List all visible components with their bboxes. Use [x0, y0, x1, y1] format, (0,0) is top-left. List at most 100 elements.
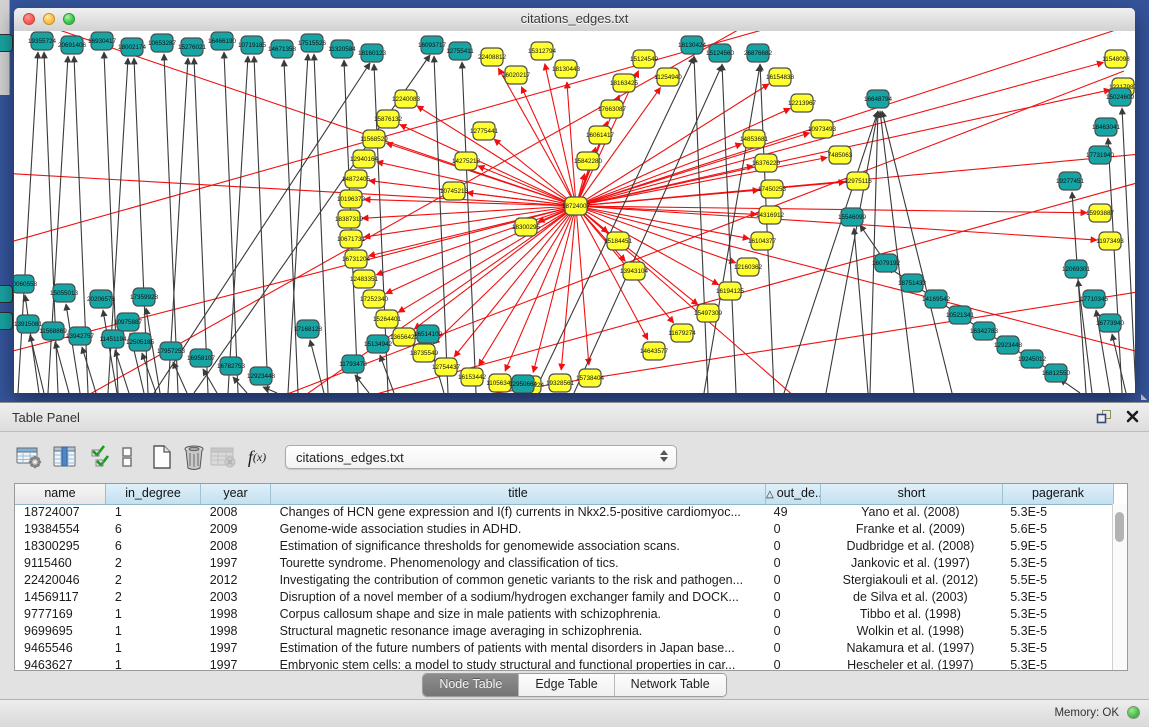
graph-node[interactable]: 14316912 [756, 206, 785, 224]
graph-node[interactable]: 13942757 [66, 327, 95, 345]
graph-node[interactable]: 18387319 [335, 210, 364, 228]
graph-edge[interactable] [882, 111, 952, 393]
graph-node[interactable]: 12775441 [470, 122, 499, 140]
graph-edge[interactable] [310, 340, 324, 393]
table-row[interactable]: 1872400712008Changes of HCN gene express… [15, 504, 1112, 521]
cell-in_degree[interactable]: 1 [106, 640, 201, 657]
cell-title[interactable]: Estimation of significance thresholds fo… [271, 538, 765, 555]
cell-year[interactable]: 2008 [201, 538, 271, 555]
graph-node[interactable]: 11320584 [328, 40, 356, 58]
cell-pagerank[interactable]: 5.3E-5 [1001, 555, 1112, 572]
graph-node[interactable]: 7485063 [828, 146, 853, 164]
cell-out_de[interactable]: 49 [765, 504, 820, 521]
graph-node[interactable]: 16093717 [418, 36, 447, 54]
graph-node[interactable]: 15738404 [576, 369, 605, 387]
graph-node[interactable]: 16020217 [502, 66, 531, 84]
graph-node[interactable]: 16154838 [766, 68, 795, 86]
cell-year[interactable]: 1997 [201, 657, 271, 670]
table-row[interactable]: 946362711997Embryonic stem cells: a mode… [15, 657, 1112, 670]
cell-name[interactable]: 22420046 [15, 572, 106, 589]
graph-node[interactable]: 15184451 [604, 232, 633, 250]
graph-node[interactable]: 16773940 [1096, 314, 1125, 332]
graph-node[interactable]: 11451194 [99, 330, 127, 348]
graph-node[interactable]: 10521341 [946, 306, 975, 324]
cell-pagerank[interactable]: 5.3E-5 [1001, 640, 1112, 657]
unselect-all-icon[interactable] [112, 442, 142, 472]
graph-edge[interactable] [576, 206, 1135, 361]
cell-name[interactable]: 9699695 [15, 623, 106, 640]
cell-pagerank[interactable]: 5.3E-5 [1001, 589, 1112, 606]
graph-node[interactable]: 15024609 [1106, 88, 1135, 106]
graph-node[interactable]: 11568869 [39, 322, 67, 340]
graph-edge[interactable] [880, 111, 914, 393]
graph-node[interactable]: 17515526 [298, 34, 327, 52]
cell-year[interactable]: 1998 [201, 606, 271, 623]
graph-node[interactable]: 16376220 [752, 154, 781, 172]
graph-edge[interactable] [561, 206, 576, 370]
graph-node[interactable]: 17710345 [1080, 290, 1109, 308]
cell-year[interactable]: 2012 [201, 572, 271, 589]
cell-title[interactable]: Disruption of a novel member of a sodium… [271, 589, 765, 606]
graph-node[interactable]: 12975115 [844, 172, 872, 190]
graph-node[interactable]: 20206576 [87, 290, 116, 308]
graph-node[interactable]: 15124560 [706, 44, 735, 62]
column-header-out_de[interactable]: △out_de... [766, 484, 821, 504]
panel-resize-handle[interactable] [1141, 394, 1147, 400]
graph-node[interactable]: 15134942 [364, 335, 393, 353]
graph-node[interactable]: 12940164 [350, 150, 379, 168]
graph-edge[interactable] [722, 64, 736, 393]
cell-title[interactable]: Changes of HCN gene expression and I(f) … [271, 504, 765, 521]
graph-node[interactable]: 18130424 [678, 36, 707, 54]
cell-year[interactable]: 2008 [201, 504, 271, 521]
graph-node[interactable]: 12505185 [126, 333, 155, 351]
graph-node[interactable]: 18130443 [552, 60, 581, 78]
cell-out_de[interactable]: 0 [765, 538, 820, 555]
close-panel-icon[interactable] [1126, 410, 1139, 428]
cell-in_degree[interactable]: 6 [106, 521, 201, 538]
graph-node[interactable]: 15876132 [374, 110, 403, 128]
graph-node[interactable]: 16104377 [748, 232, 777, 250]
graph-edge[interactable] [194, 58, 208, 393]
graph-edge[interactable] [704, 65, 760, 393]
cell-title[interactable]: Investigating the contribution of common… [271, 572, 765, 589]
graph-node[interactable]: 14169542 [922, 290, 951, 308]
cell-short[interactable]: de Silva et al. (2003) [820, 589, 1002, 606]
graph-edge[interactable] [154, 63, 370, 393]
table-row[interactable]: 977716911998Corpus callosum shape and si… [15, 606, 1112, 623]
graph-node[interactable]: 17731940 [1086, 146, 1115, 164]
graph-node[interactable]: 17450253 [758, 180, 787, 198]
window-titlebar[interactable]: citations_edges.txt [14, 8, 1135, 32]
graph-node[interactable]: 19355724 [28, 32, 57, 50]
graph-edge[interactable] [386, 206, 576, 294]
cell-name[interactable]: 9463627 [15, 657, 106, 670]
delete-table-icon[interactable] [208, 442, 238, 472]
cell-in_degree[interactable]: 6 [106, 538, 201, 555]
delete-column-icon[interactable] [179, 442, 209, 472]
graph-node[interactable]: 18160123 [358, 44, 387, 62]
cell-name[interactable]: 9777169 [15, 606, 106, 623]
table-selector-dropdown[interactable]: citations_edges.txt [285, 445, 677, 469]
cell-out_de[interactable]: 0 [765, 623, 820, 640]
cell-short[interactable]: Stergiakouli et al. (2012) [820, 572, 1002, 589]
graph-node[interactable]: 13915081 [14, 315, 42, 333]
graph-node[interactable]: 15264401 [373, 310, 402, 328]
graph-node[interactable]: 15993887 [1086, 204, 1115, 222]
graph-node[interactable]: 16514109 [414, 325, 443, 343]
graph-node[interactable]: 18300295 [512, 218, 541, 236]
graph-node[interactable]: 16930417 [88, 32, 117, 50]
cell-in_degree[interactable]: 1 [106, 657, 201, 670]
table-row[interactable]: 2242004622012Investigating the contribut… [15, 572, 1112, 589]
cell-in_degree[interactable]: 2 [106, 572, 201, 589]
graph-edge[interactable] [414, 206, 576, 329]
cell-short[interactable]: Hescheler et al. (1997) [820, 657, 1002, 670]
column-header-name[interactable]: name [15, 484, 106, 504]
cell-title[interactable]: Corpus callosum shape and size in male p… [271, 606, 765, 623]
cell-pagerank[interactable]: 5.3E-5 [1001, 606, 1112, 623]
cell-name[interactable]: 18300295 [15, 538, 106, 555]
cell-pagerank[interactable]: 5.3E-5 [1001, 623, 1112, 640]
graph-node[interactable]: 16648794 [864, 90, 893, 108]
graph-node[interactable]: 11679274 [668, 324, 696, 342]
cell-out_de[interactable]: 0 [765, 589, 820, 606]
graph-node[interactable]: 11568529 [360, 130, 388, 148]
graph-node[interactable]: 11548098 [1102, 50, 1130, 68]
